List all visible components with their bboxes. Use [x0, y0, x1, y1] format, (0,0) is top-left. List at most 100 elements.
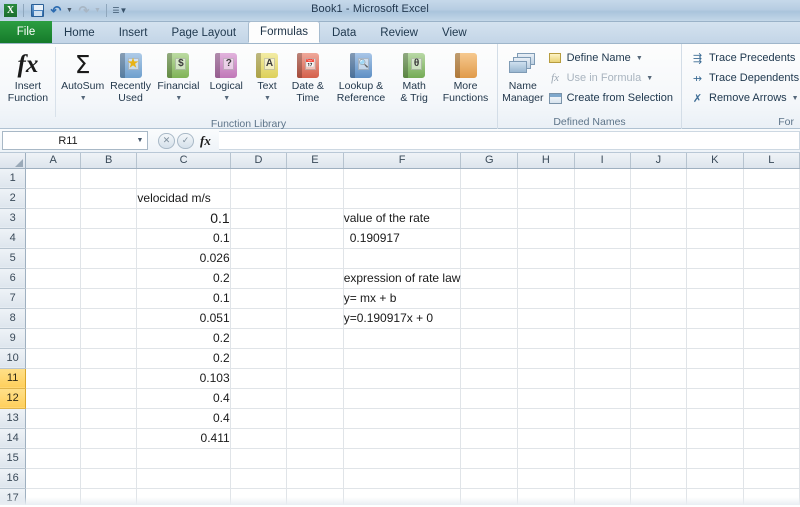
name-box-dropdown-icon[interactable]: ▼ [133, 137, 147, 144]
cell-H11[interactable] [517, 368, 575, 389]
cell-B8[interactable] [80, 308, 138, 329]
cell-G15[interactable] [460, 448, 519, 469]
cell-K2[interactable] [686, 188, 744, 209]
cell-L6[interactable] [743, 268, 800, 289]
cell-K13[interactable] [686, 408, 744, 429]
cell-E13[interactable] [286, 408, 344, 429]
cell-B3[interactable] [80, 208, 138, 229]
financial-dropdown-icon[interactable]: ▼ [175, 93, 182, 105]
cell-J6[interactable] [630, 268, 688, 289]
row-header-15[interactable]: 15 [0, 448, 27, 469]
column-header-h[interactable]: H [517, 153, 575, 169]
row-header-3[interactable]: 3 [0, 208, 27, 229]
cell-C7[interactable]: 0.1 [136, 288, 231, 309]
cell-J2[interactable] [630, 188, 688, 209]
row-header-11[interactable]: 11 [0, 368, 27, 389]
tab-data[interactable]: Data [320, 22, 368, 43]
cell-C14[interactable]: 0.411 [136, 428, 231, 449]
insert-function-icon[interactable]: fx [196, 133, 215, 149]
date-time-button[interactable]: 📅 Date & Time [284, 47, 332, 104]
cell-I1[interactable] [574, 168, 631, 189]
cell-B11[interactable] [80, 368, 138, 389]
cell-H13[interactable] [517, 408, 575, 429]
cell-D4[interactable] [230, 228, 288, 249]
tab-insert[interactable]: Insert [107, 22, 160, 43]
cell-L9[interactable] [743, 328, 800, 349]
row-header-16[interactable]: 16 [0, 468, 27, 489]
cell-H12[interactable] [517, 388, 575, 409]
use-in-formula-button[interactable]: fx Use in Formula ▼ [544, 68, 677, 88]
cell-G16[interactable] [460, 468, 519, 489]
cell-E5[interactable] [286, 248, 344, 269]
cell-L17[interactable] [743, 488, 800, 505]
cell-F9[interactable] [343, 328, 462, 349]
cell-H8[interactable] [517, 308, 575, 329]
cell-J14[interactable] [630, 428, 688, 449]
cell-H4[interactable] [517, 228, 575, 249]
cell-J4[interactable] [630, 228, 688, 249]
cell-E8[interactable] [286, 308, 344, 329]
create-from-selection-button[interactable]: Create from Selection [544, 88, 677, 108]
cell-K6[interactable] [686, 268, 744, 289]
column-header-d[interactable]: D [230, 153, 288, 169]
cell-C9[interactable]: 0.2 [136, 328, 231, 349]
cell-J11[interactable] [630, 368, 688, 389]
cell-B15[interactable] [80, 448, 138, 469]
cell-J15[interactable] [630, 448, 688, 469]
cell-H16[interactable] [517, 468, 575, 489]
cell-D7[interactable] [230, 288, 288, 309]
column-header-k[interactable]: K [686, 153, 744, 169]
cell-B5[interactable] [80, 248, 138, 269]
cell-I17[interactable] [574, 488, 631, 505]
cell-D10[interactable] [230, 348, 288, 369]
cell-L16[interactable] [743, 468, 800, 489]
cell-G8[interactable] [460, 308, 519, 329]
cell-G5[interactable] [460, 248, 519, 269]
cell-H10[interactable] [517, 348, 575, 369]
cell-J9[interactable] [630, 328, 688, 349]
cell-B14[interactable] [80, 428, 138, 449]
cell-F14[interactable] [343, 428, 462, 449]
column-header-f[interactable]: F [343, 153, 462, 169]
remove-arrows-dropdown-icon[interactable]: ▼ [792, 95, 799, 102]
cell-I6[interactable] [574, 268, 631, 289]
cell-G14[interactable] [460, 428, 519, 449]
trace-dependents-button[interactable]: ⇸ Trace Dependents [686, 68, 800, 88]
cell-H2[interactable] [517, 188, 575, 209]
cell-D2[interactable] [230, 188, 288, 209]
cell-F3[interactable]: value of the rate [343, 208, 462, 229]
cell-H7[interactable] [517, 288, 575, 309]
cell-A7[interactable] [25, 288, 81, 309]
cell-I7[interactable] [574, 288, 631, 309]
column-header-g[interactable]: G [460, 153, 519, 169]
cell-A5[interactable] [25, 248, 81, 269]
cell-B10[interactable] [80, 348, 138, 369]
financial-button[interactable]: $ Financial ▼ [154, 47, 202, 104]
define-name-dropdown-icon[interactable]: ▼ [636, 55, 643, 62]
row-header-9[interactable]: 9 [0, 328, 27, 349]
cell-L7[interactable] [743, 288, 800, 309]
column-header-b[interactable]: B [80, 153, 138, 169]
cell-E1[interactable] [286, 168, 344, 189]
row-header-6[interactable]: 6 [0, 268, 27, 289]
text-dropdown-icon[interactable]: ▼ [264, 93, 271, 105]
cell-H9[interactable] [517, 328, 575, 349]
cell-J16[interactable] [630, 468, 688, 489]
cell-J12[interactable] [630, 388, 688, 409]
cell-B9[interactable] [80, 328, 138, 349]
column-header-a[interactable]: A [25, 153, 81, 169]
cell-L13[interactable] [743, 408, 800, 429]
name-manager-button[interactable]: Name Manager [502, 47, 544, 104]
cell-K17[interactable] [686, 488, 744, 505]
cell-E7[interactable] [286, 288, 344, 309]
define-name-button[interactable]: Define Name ▼ [544, 48, 677, 68]
cell-D9[interactable] [230, 328, 288, 349]
cell-K3[interactable] [686, 208, 744, 229]
trace-precedents-button[interactable]: ⇶ Trace Precedents [686, 48, 800, 68]
cell-C3[interactable]: 0.1 [136, 208, 231, 229]
cell-A12[interactable] [25, 388, 81, 409]
cell-B2[interactable] [80, 188, 138, 209]
cell-K5[interactable] [686, 248, 744, 269]
cell-G17[interactable] [460, 488, 519, 505]
cell-A17[interactable] [25, 488, 81, 505]
